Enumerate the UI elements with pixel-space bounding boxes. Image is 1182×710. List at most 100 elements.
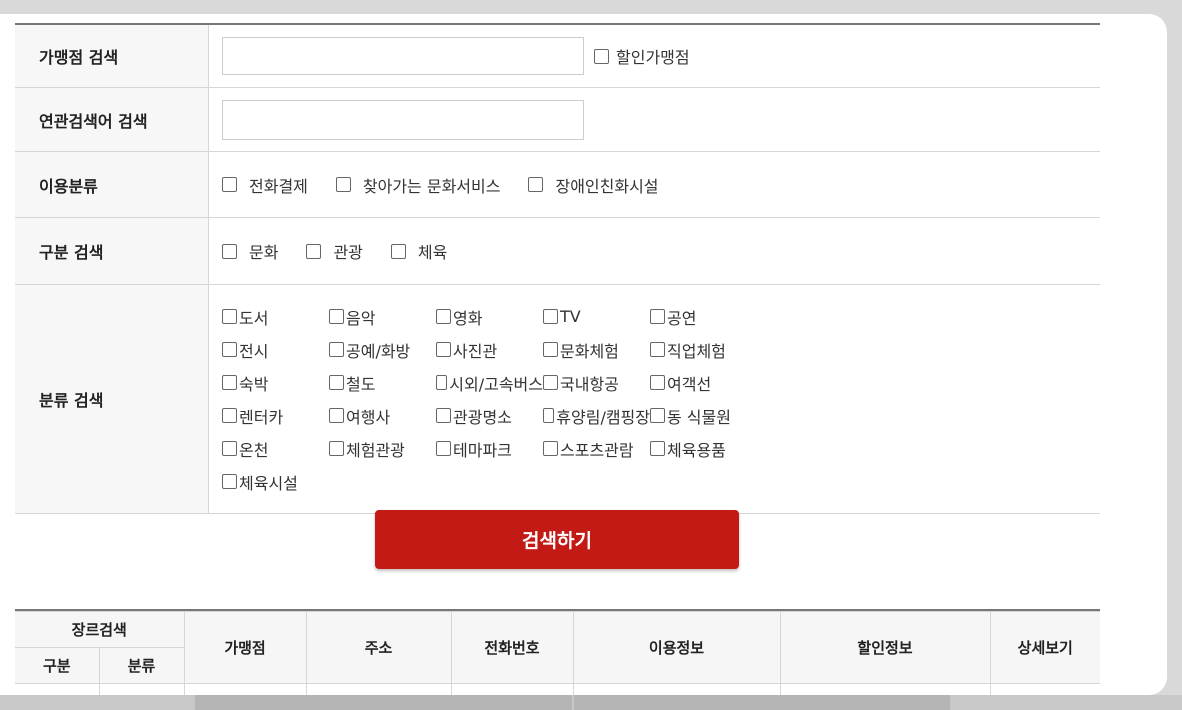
category-option-label: 영화 (453, 308, 483, 328)
category-checkbox[interactable] (329, 342, 344, 357)
usage-checkbox[interactable] (335, 177, 351, 192)
category-option-label: 음악 (346, 308, 376, 328)
category-checkbox[interactable] (222, 375, 237, 390)
category-checkbox[interactable] (650, 441, 665, 456)
category-option[interactable]: 체험관광 (329, 439, 436, 460)
category-option[interactable]: 철도 (329, 373, 436, 394)
phone-header: 전화번호 (450, 611, 574, 684)
category-option-label: 직업체험 (667, 341, 726, 361)
category-option[interactable]: 영화 (436, 307, 543, 328)
category-checkbox[interactable] (329, 375, 344, 390)
category-checkbox[interactable] (543, 408, 555, 423)
category-checkbox[interactable] (222, 309, 237, 324)
category-option[interactable]: 여객선 (650, 373, 757, 394)
category-checkbox[interactable] (222, 441, 237, 456)
category-option[interactable]: 온천 (222, 439, 329, 460)
search-button[interactable]: 검색하기 (375, 510, 739, 569)
category-checkbox[interactable] (436, 441, 451, 456)
category-checkbox[interactable] (650, 309, 665, 324)
store-header: 가맹점 (183, 611, 307, 684)
store-search-input[interactable] (222, 37, 584, 75)
usage-option[interactable]: 전화결제 (222, 173, 308, 197)
usage-option-label: 찾아가는 문화서비스 (362, 176, 501, 196)
table-cell (98, 683, 185, 695)
type-options: 문화 관광 체육 (209, 218, 1100, 284)
type-option[interactable]: 체육 (390, 239, 448, 263)
type-checkbox[interactable] (306, 243, 322, 259)
usage-option-label: 전화결제 (249, 176, 308, 196)
discount-store-option[interactable]: 할인가맹점 (594, 44, 690, 68)
discount-store-label: 할인가맹점 (616, 48, 690, 67)
category-option[interactable]: 직업체험 (650, 340, 757, 361)
category-option-label: 시외/고속버스 (449, 374, 543, 394)
category-checkbox[interactable] (329, 408, 344, 423)
category-option[interactable]: 전시 (222, 340, 329, 361)
category-option[interactable]: 공예/화방 (329, 340, 436, 361)
category-option[interactable]: 도서 (222, 307, 329, 328)
category-checkbox[interactable] (329, 441, 344, 456)
usage-option[interactable]: 장애인친화시설 (528, 173, 659, 197)
category-checkbox[interactable] (650, 408, 665, 423)
category-option-label: 체육시설 (239, 473, 298, 493)
category-option[interactable]: 사진관 (436, 340, 543, 361)
results-table: 장르검색 가맹점 주소 전화번호 이용정보 할인정보 상세보기 구분 분류 (15, 609, 1101, 695)
category-option[interactable]: 음악 (329, 307, 436, 328)
table-cell (305, 683, 452, 695)
category-option-label: 온천 (239, 440, 269, 460)
category-option[interactable]: 시외/고속버스 (436, 373, 543, 394)
discount-store-checkbox[interactable] (594, 48, 609, 64)
type-option[interactable]: 문화 (222, 239, 278, 263)
category-checkbox[interactable] (436, 375, 448, 390)
category-checkbox[interactable] (543, 375, 558, 390)
details-header: 상세보기 (989, 611, 1101, 684)
category-checkbox[interactable] (543, 441, 558, 456)
usage-option[interactable]: 찾아가는 문화서비스 (335, 173, 501, 197)
category-checkbox[interactable] (222, 474, 237, 489)
category-option[interactable]: 공연 (650, 307, 757, 328)
category-option-label: 문화체험 (560, 341, 619, 361)
usage-label: 이용분류 (15, 152, 209, 217)
category-checkbox[interactable] (650, 342, 665, 357)
category-option[interactable]: 테마파크 (436, 439, 543, 460)
category-option-label: 동 식물원 (667, 407, 731, 427)
category-option[interactable]: 렌터카 (222, 406, 329, 427)
category-checkbox[interactable] (329, 309, 344, 324)
category-checkbox[interactable] (436, 408, 451, 423)
usage-checkbox[interactable] (528, 177, 544, 192)
category-checkbox[interactable] (650, 375, 665, 390)
category-checkbox[interactable] (222, 342, 237, 357)
background-segment (195, 695, 572, 710)
category-option[interactable]: 국내항공 (543, 373, 650, 394)
category-option[interactable]: 체육용품 (650, 439, 757, 460)
category-checkbox[interactable] (543, 342, 558, 357)
category-option[interactable]: TV (543, 307, 650, 327)
category-option[interactable]: 여행사 (329, 406, 436, 427)
category-option[interactable]: 동 식물원 (650, 406, 757, 427)
category-option[interactable]: 문화체험 (543, 340, 650, 361)
category-option[interactable]: 체육시설 (222, 472, 329, 493)
search-form: 가맹점 검색 할인가맹점 연관검색어 검색 이용분류 전화결제 찾아가는 문화서… (15, 25, 1100, 514)
category-checkbox[interactable] (436, 309, 451, 324)
category-option[interactable]: 스포츠관람 (543, 439, 650, 460)
category-option[interactable]: 관광명소 (436, 406, 543, 427)
category-checkbox[interactable] (436, 342, 451, 357)
category-option[interactable]: 숙박 (222, 373, 329, 394)
category-option-label: 여객선 (667, 374, 712, 394)
type-row: 구분 검색 문화 관광 체육 (15, 218, 1100, 285)
store-search-value: 할인가맹점 (209, 25, 1100, 87)
category-options: 도서 음악 영화 TV 공연전시 공예/화방 사진관 문화체험 직업체험숙박 철도 시외/고속버스 국… (209, 285, 1100, 513)
category-row: 분류 검색 도서 음악 영화 TV 공연 전시 공예/화방 사진관 문화체험 직업체험 숙박 철도 시외… (15, 285, 1100, 514)
genre-search-header: 장르검색 (15, 611, 185, 648)
related-search-input[interactable] (222, 99, 584, 140)
category-option[interactable]: 휴양림/캠핑장 (543, 406, 650, 427)
type-checkbox[interactable] (390, 243, 406, 259)
type-checkbox[interactable] (222, 243, 237, 259)
type-option-label: 관광 (333, 243, 363, 262)
discount-info-header: 할인정보 (779, 611, 991, 684)
category-checkbox[interactable] (543, 309, 558, 324)
usage-checkbox[interactable] (222, 177, 237, 192)
address-header: 주소 (305, 611, 452, 684)
category-checkbox[interactable] (222, 408, 237, 423)
type-option[interactable]: 관광 (306, 239, 363, 263)
type-option-label: 체육 (417, 243, 448, 262)
